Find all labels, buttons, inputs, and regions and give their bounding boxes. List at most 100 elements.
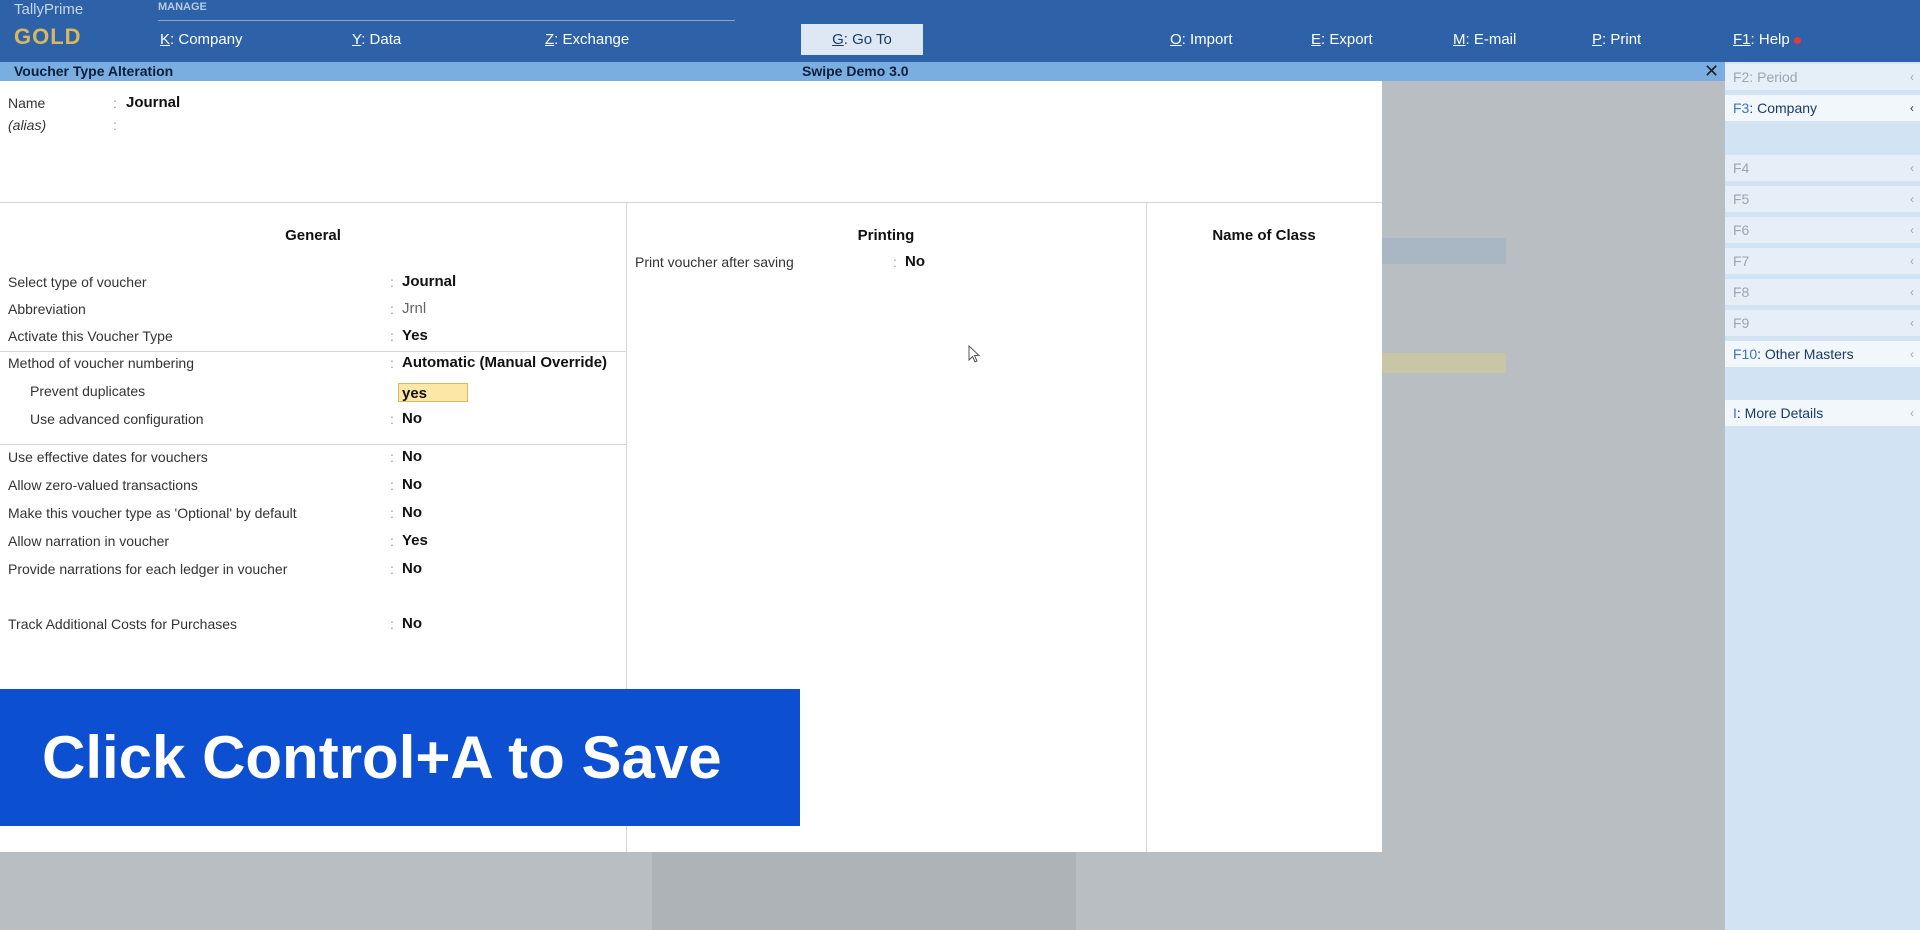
- sidebar-key: F4: [1733, 160, 1750, 176]
- sidebar-item-company[interactable]: F3: Company ‹: [1725, 95, 1920, 121]
- data-shortcut-key: Y: [352, 31, 362, 48]
- effective-dates-label: Use effective dates for vouchers: [8, 449, 208, 465]
- help-menu-label: Help: [1758, 31, 1790, 48]
- sidebar-key: F6: [1733, 222, 1750, 238]
- numbering-label: Method of voucher numbering: [8, 355, 194, 371]
- ledger-narration-field[interactable]: No: [402, 560, 422, 577]
- alias-colon: :: [113, 117, 117, 133]
- colon: :: [390, 505, 394, 521]
- exchange-shortcut-key: Z: [545, 31, 555, 48]
- sidebar-label: Company: [1757, 100, 1818, 116]
- company-shortcut-key: K: [160, 31, 171, 48]
- background-block: [652, 852, 1076, 930]
- screen-title: Voucher Type Alteration: [14, 63, 174, 79]
- sidebar-item-f8[interactable]: F8 ‹: [1725, 279, 1920, 305]
- print-after-saving-field[interactable]: No: [905, 253, 925, 270]
- product-edition: GOLD: [14, 24, 82, 49]
- effective-dates-field[interactable]: No: [402, 448, 422, 465]
- colon: :: [390, 328, 394, 344]
- close-icon[interactable]: ✕: [1704, 61, 1719, 82]
- name-of-class-heading: Name of Class: [1212, 227, 1316, 244]
- sidebar-label: More Details: [1744, 405, 1824, 421]
- colon: :: [390, 411, 394, 427]
- name-label: Name: [8, 95, 46, 111]
- background-strip: [1382, 353, 1506, 373]
- chevron-left-icon: ‹: [1910, 347, 1914, 361]
- sidebar-key: F7: [1733, 253, 1750, 269]
- sidebar-key: F3: [1733, 100, 1750, 116]
- name-field[interactable]: Journal: [126, 94, 180, 111]
- sidebar-item-other-masters[interactable]: F10: Other Masters ‹: [1725, 341, 1920, 367]
- colon: :: [893, 254, 897, 270]
- activate-field[interactable]: Yes: [402, 327, 428, 344]
- track-costs-field[interactable]: No: [402, 615, 422, 632]
- colon: :: [390, 616, 394, 632]
- print-after-saving-label: Print voucher after saving: [635, 254, 794, 270]
- company-menu-button[interactable]: K: Company: [160, 31, 243, 48]
- chevron-left-icon: ‹: [1910, 285, 1914, 299]
- exchange-menu-button[interactable]: Z: Exchange: [545, 31, 629, 48]
- sidebar-item-f7[interactable]: F7 ‹: [1725, 248, 1920, 274]
- sidebar-item-f4[interactable]: F4 ‹: [1725, 155, 1920, 181]
- sidebar-item-f9[interactable]: F9 ‹: [1725, 310, 1920, 336]
- prevent-duplicates-input[interactable]: yes: [398, 383, 468, 402]
- chevron-left-icon: ‹: [1910, 254, 1914, 268]
- chevron-left-icon: ‹: [1910, 316, 1914, 330]
- printing-heading: Printing: [857, 227, 915, 244]
- prevent-duplicates-label: Prevent duplicates: [30, 383, 146, 399]
- zero-valued-field[interactable]: No: [402, 476, 422, 493]
- goto-shortcut-key: G: [832, 31, 844, 48]
- export-shortcut-key: E: [1311, 31, 1322, 48]
- screen-title-bar: Voucher Type Alteration Swipe Demo 3.0 ✕: [0, 61, 1725, 82]
- manage-divider: [158, 20, 735, 21]
- activate-label: Activate this Voucher Type: [8, 328, 173, 344]
- zero-valued-label: Allow zero-valued transactions: [8, 477, 198, 493]
- colon: :: [390, 449, 394, 465]
- abbreviation-field[interactable]: Jrnl: [402, 300, 426, 317]
- data-menu-button[interactable]: Y: Data: [352, 31, 401, 48]
- section-divider: [0, 444, 626, 445]
- sidebar-item-f6[interactable]: F6 ‹: [1725, 217, 1920, 243]
- column-divider-printing: [1146, 202, 1147, 852]
- sidebar-item-f5[interactable]: F5 ‹: [1725, 186, 1920, 212]
- select-type-field[interactable]: Journal: [402, 273, 456, 290]
- email-menu-label: E-mail: [1473, 31, 1517, 48]
- sidebar-key: F8: [1733, 284, 1750, 300]
- product-name: TallyPrime: [14, 1, 84, 18]
- data-menu-label: Data: [369, 31, 402, 48]
- export-menu-label: Export: [1329, 31, 1373, 48]
- numbering-field[interactable]: Automatic (Manual Override): [402, 354, 607, 371]
- email-menu-button[interactable]: M: E-mail: [1453, 31, 1516, 48]
- chevron-left-icon: ‹: [1910, 161, 1914, 175]
- export-menu-button[interactable]: E: Export: [1311, 31, 1373, 48]
- sidebar-key: F10: [1733, 346, 1758, 362]
- goto-button[interactable]: G: Go To: [801, 24, 923, 55]
- advanced-config-field[interactable]: No: [402, 410, 422, 427]
- function-key-sidebar: F2: Period ‹ F3: Company ‹ F4 ‹ F5 ‹ F6 ‹ F7 ‹…: [1725, 62, 1920, 930]
- abbreviation-label: Abbreviation: [8, 301, 86, 317]
- caption-text: Click Control+A to Save: [42, 724, 722, 791]
- print-menu-button[interactable]: P: Print: [1592, 31, 1641, 48]
- chevron-left-icon: ‹: [1910, 223, 1914, 237]
- sidebar-item-period[interactable]: F2: Period ‹: [1725, 64, 1920, 90]
- name-colon: :: [113, 95, 117, 111]
- company-name: Swipe Demo 3.0: [802, 63, 909, 79]
- help-menu-button[interactable]: F1: Help: [1733, 31, 1801, 48]
- colon: :: [390, 533, 394, 549]
- print-menu-label: Print: [1610, 31, 1642, 48]
- company-menu-label: Company: [178, 31, 243, 48]
- import-menu-label: Import: [1190, 31, 1233, 48]
- import-menu-button[interactable]: O: Import: [1170, 31, 1233, 48]
- general-heading: General: [285, 227, 341, 244]
- chevron-left-icon: ‹: [1910, 192, 1914, 206]
- optional-default-field[interactable]: No: [402, 504, 422, 521]
- sidebar-item-more-details[interactable]: I: More Details ‹: [1725, 400, 1920, 426]
- colon: :: [390, 301, 394, 317]
- section-divider: [0, 351, 626, 352]
- track-costs-label: Track Additional Costs for Purchases: [8, 616, 238, 632]
- select-type-label: Select type of voucher: [8, 274, 147, 290]
- top-menu-bar: TallyPrime GOLD MANAGE K: Company Y: Dat…: [0, 0, 1920, 62]
- narration-field[interactable]: Yes: [402, 532, 428, 549]
- sidebar-key: F5: [1733, 191, 1750, 207]
- help-shortcut-key: F1: [1733, 31, 1751, 48]
